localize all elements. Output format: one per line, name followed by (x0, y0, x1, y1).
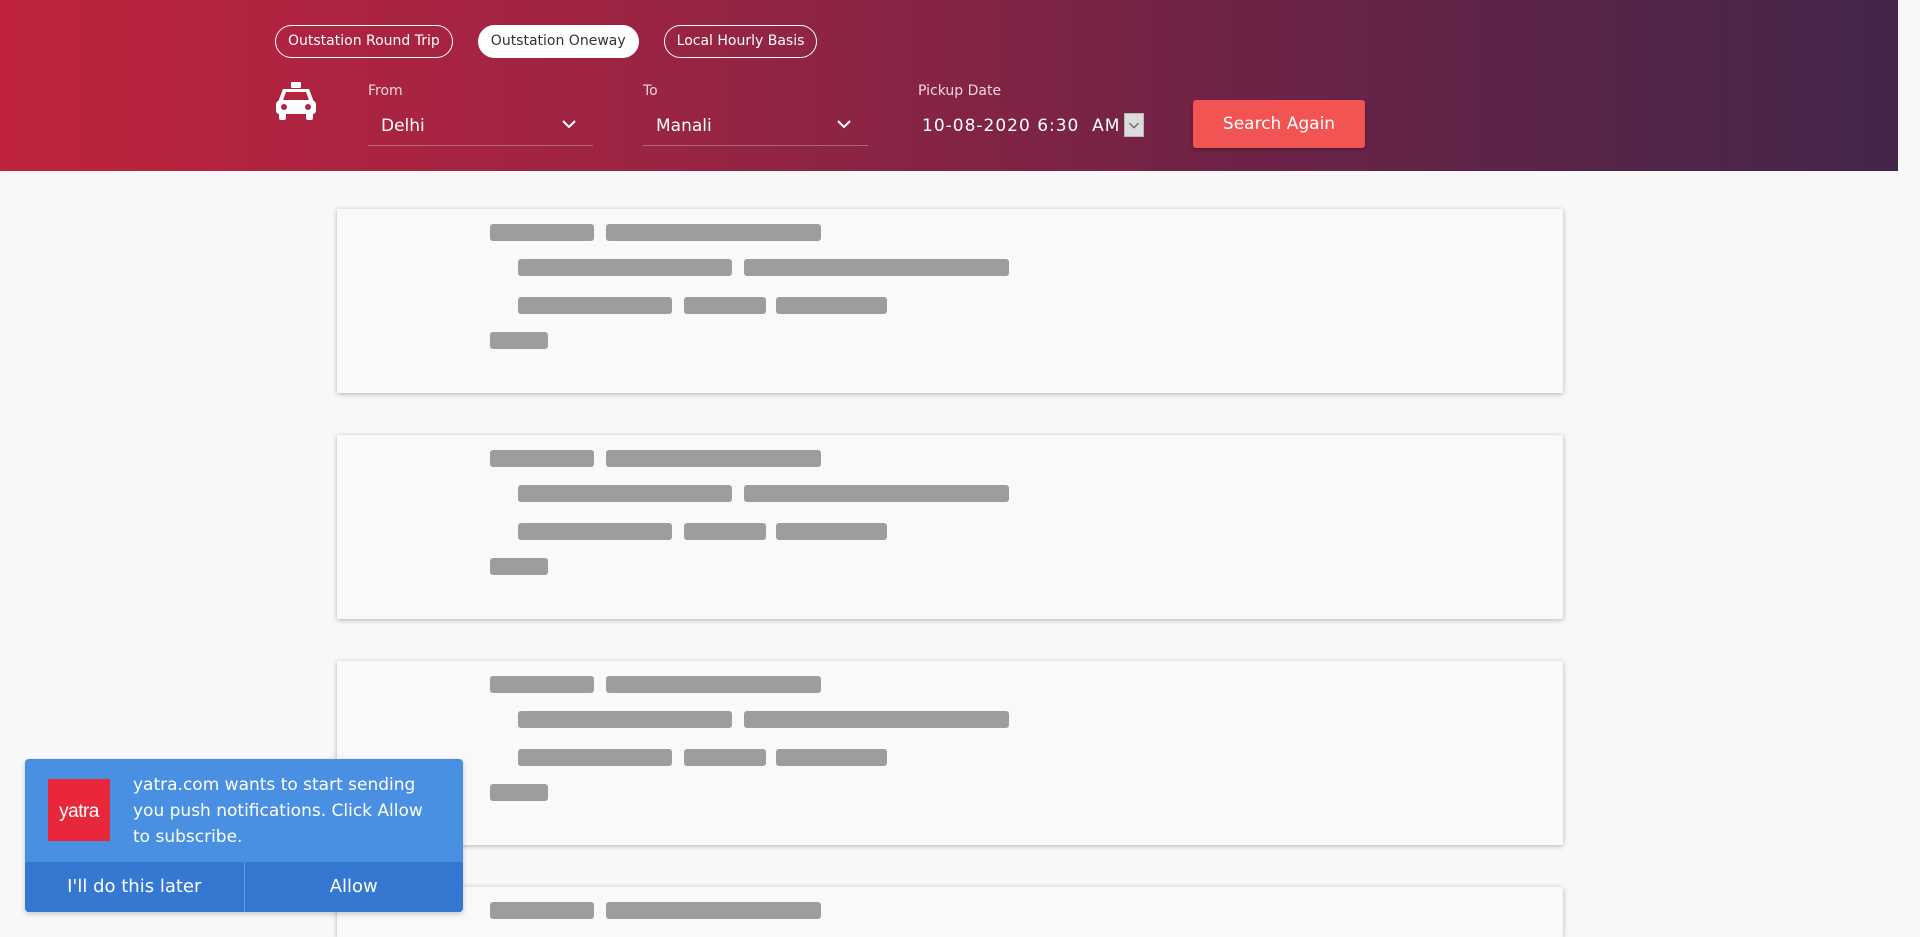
skeleton-bar (776, 297, 887, 314)
pickup-date-input[interactable]: 10-08-2020 6:30 AM (918, 106, 1146, 146)
skeleton-bar (606, 450, 821, 467)
skeleton-bar (606, 224, 821, 241)
pickup-date-field: Pickup Date 10-08-2020 6:30 AM (918, 82, 1146, 146)
search-header: Outstation Round Trip Outstation Oneway … (0, 0, 1898, 171)
skeleton-bar (684, 297, 766, 314)
search-again-button[interactable]: Search Again (1193, 100, 1365, 148)
to-value: Manali (656, 115, 712, 136)
tab-outstation-oneway[interactable]: Outstation Oneway (477, 25, 639, 58)
chevron-down-icon (1129, 122, 1139, 129)
skeleton-bar (518, 297, 672, 314)
skeleton-bar (490, 450, 594, 467)
notification-message: yatra.com wants to start sending you pus… (133, 775, 423, 847)
chevron-down-icon (562, 120, 576, 129)
skeleton-bar (684, 749, 766, 766)
skeleton-bar (744, 485, 1009, 502)
yatra-logo: yatra (48, 779, 110, 841)
pickup-date-value: 10-08-2020 6:30 AM (922, 116, 1121, 136)
svg-text:yatra: yatra (59, 801, 100, 822)
from-field: From Delhi (368, 82, 593, 146)
from-value: Delhi (381, 115, 425, 136)
trip-type-tabs: Outstation Round Trip Outstation Oneway … (275, 25, 818, 58)
notification-actions: I'll do this later Allow (25, 862, 463, 912)
skeleton-bar (518, 749, 672, 766)
yatra-logo-mark: yatra (59, 801, 100, 822)
skeleton-bar (490, 902, 594, 919)
skeleton-bar (518, 259, 732, 276)
skeleton-bar (490, 676, 594, 693)
skeleton-bar (606, 902, 821, 919)
skeleton-bar (744, 711, 1009, 728)
skeleton-bar (490, 224, 594, 241)
result-card-placeholder (337, 887, 1563, 937)
skeleton-bar (490, 332, 548, 349)
do-this-later-button[interactable]: I'll do this later (25, 862, 244, 912)
tab-outstation-round-trip[interactable]: Outstation Round Trip (275, 25, 453, 58)
push-notification-prompt: yatra yatra.com wants to start sending y… (25, 759, 463, 912)
to-field: To Manali (643, 82, 868, 146)
skeleton-bar (518, 523, 672, 540)
skeleton-bar (776, 749, 887, 766)
skeleton-bar (744, 259, 1009, 276)
skeleton-bar (490, 558, 548, 575)
to-select[interactable]: Manali (643, 106, 868, 146)
taxi-icon (276, 82, 316, 120)
skeleton-bar (490, 784, 548, 801)
from-label: From (368, 83, 403, 99)
result-card-placeholder (337, 209, 1563, 393)
result-card-placeholder (337, 435, 1563, 619)
to-label: To (643, 83, 658, 99)
skeleton-bar (684, 523, 766, 540)
allow-button[interactable]: Allow (243, 862, 464, 912)
skeleton-bar (606, 676, 821, 693)
pickup-date-label: Pickup Date (918, 83, 1002, 99)
chevron-down-icon (837, 120, 851, 129)
skeleton-bar (776, 523, 887, 540)
skeleton-bar (518, 485, 732, 502)
from-select[interactable]: Delhi (368, 106, 593, 146)
result-card-placeholder (337, 661, 1563, 845)
tab-local-hourly-basis[interactable]: Local Hourly Basis (663, 25, 818, 58)
date-dropdown-button[interactable] (1124, 113, 1144, 137)
skeleton-bar (518, 711, 732, 728)
